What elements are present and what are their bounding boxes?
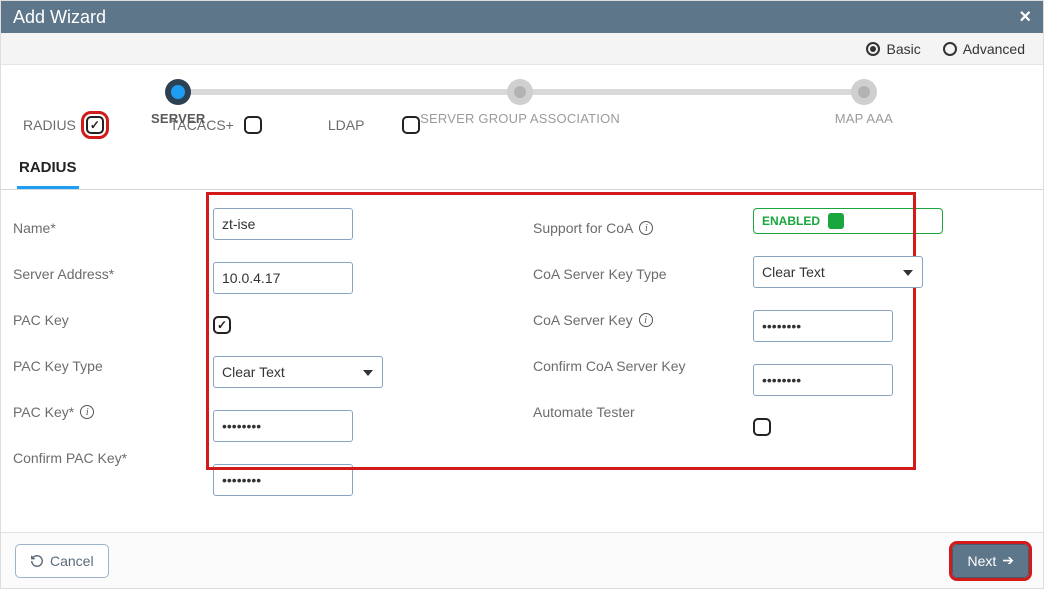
mode-basic[interactable]: Basic bbox=[866, 41, 920, 57]
label-automate-tester: Automate Tester bbox=[533, 400, 753, 424]
label-server-address: Server Address* bbox=[13, 262, 213, 286]
inputs-left bbox=[213, 208, 423, 524]
labels-right: Support for CoA i CoA Server Key Type Co… bbox=[533, 208, 753, 524]
window-title: Add Wizard bbox=[13, 7, 106, 28]
step-server-label: SERVER bbox=[151, 111, 205, 126]
coa-toggle-label: ENABLED bbox=[762, 214, 820, 228]
pac-key-checkbox[interactable] bbox=[213, 316, 231, 334]
coa-toggle[interactable]: ENABLED bbox=[753, 208, 943, 234]
info-icon[interactable]: i bbox=[639, 221, 653, 235]
toggle-knob-icon bbox=[828, 213, 844, 229]
tab-bar: RADIUS bbox=[1, 153, 1043, 190]
label-coa-key: CoA Server Key i bbox=[533, 308, 753, 332]
labels-left: Name* Server Address* PAC Key PAC Key Ty… bbox=[13, 208, 213, 524]
step-dot-icon bbox=[165, 79, 191, 105]
confirm-coa-key-input[interactable] bbox=[753, 364, 893, 396]
server-address-input[interactable] bbox=[213, 262, 353, 294]
mode-advanced-label: Advanced bbox=[963, 41, 1025, 57]
label-pac-key-type: PAC Key Type bbox=[13, 354, 213, 378]
label-coa-key-type: CoA Server Key Type bbox=[533, 262, 753, 286]
mode-bar: Basic Advanced bbox=[1, 33, 1043, 65]
step-bar: SERVER SERVER GROUP ASSOCIATION MAP AAA bbox=[1, 65, 1043, 125]
label-name: Name* bbox=[13, 216, 213, 240]
info-icon[interactable]: i bbox=[639, 313, 653, 327]
inputs-right: ENABLED bbox=[753, 208, 943, 524]
form-area: Name* Server Address* PAC Key PAC Key Ty… bbox=[1, 190, 1043, 532]
cancel-button[interactable]: Cancel bbox=[15, 544, 109, 578]
label-pac-key: PAC Key* i bbox=[13, 400, 213, 424]
next-button[interactable]: Next ➔ bbox=[952, 544, 1029, 578]
label-confirm-pac-key: Confirm PAC Key* bbox=[13, 446, 213, 470]
label-support-coa: Support for CoA i bbox=[533, 216, 753, 240]
close-icon[interactable]: × bbox=[1019, 6, 1031, 29]
step-group[interactable]: SERVER GROUP ASSOCIATION bbox=[420, 79, 620, 126]
mode-advanced[interactable]: Advanced bbox=[943, 41, 1025, 57]
step-map-aaa-label: MAP AAA bbox=[835, 111, 893, 126]
step-server[interactable]: SERVER bbox=[151, 79, 205, 126]
name-input[interactable] bbox=[213, 208, 353, 240]
titlebar: Add Wizard × bbox=[1, 1, 1043, 33]
wizard-window: Add Wizard × Basic Advanced SERVER SERVE… bbox=[0, 0, 1044, 589]
step-dot-icon bbox=[851, 79, 877, 105]
step-dot-icon bbox=[507, 79, 533, 105]
step-map-aaa[interactable]: MAP AAA bbox=[835, 79, 893, 126]
coa-key-input[interactable] bbox=[753, 310, 893, 342]
pac-key-input[interactable] bbox=[213, 410, 353, 442]
pac-key-type-select[interactable] bbox=[213, 356, 383, 388]
info-icon[interactable]: i bbox=[80, 405, 94, 419]
label-pac-key-toggle: PAC Key bbox=[13, 308, 213, 332]
label-confirm-coa-key: Confirm CoA Server Key bbox=[533, 354, 753, 378]
step-group-label: SERVER GROUP ASSOCIATION bbox=[420, 111, 620, 126]
footer: Cancel Next ➔ bbox=[1, 532, 1043, 588]
tab-radius[interactable]: RADIUS bbox=[17, 153, 79, 189]
radio-icon bbox=[943, 42, 957, 56]
undo-icon bbox=[30, 554, 44, 568]
mode-basic-label: Basic bbox=[886, 41, 920, 57]
arrow-right-icon: ➔ bbox=[1002, 552, 1014, 569]
confirm-pac-key-input[interactable] bbox=[213, 464, 353, 496]
coa-key-type-select[interactable] bbox=[753, 256, 923, 288]
automate-tester-checkbox[interactable] bbox=[753, 418, 771, 436]
radio-icon bbox=[866, 42, 880, 56]
